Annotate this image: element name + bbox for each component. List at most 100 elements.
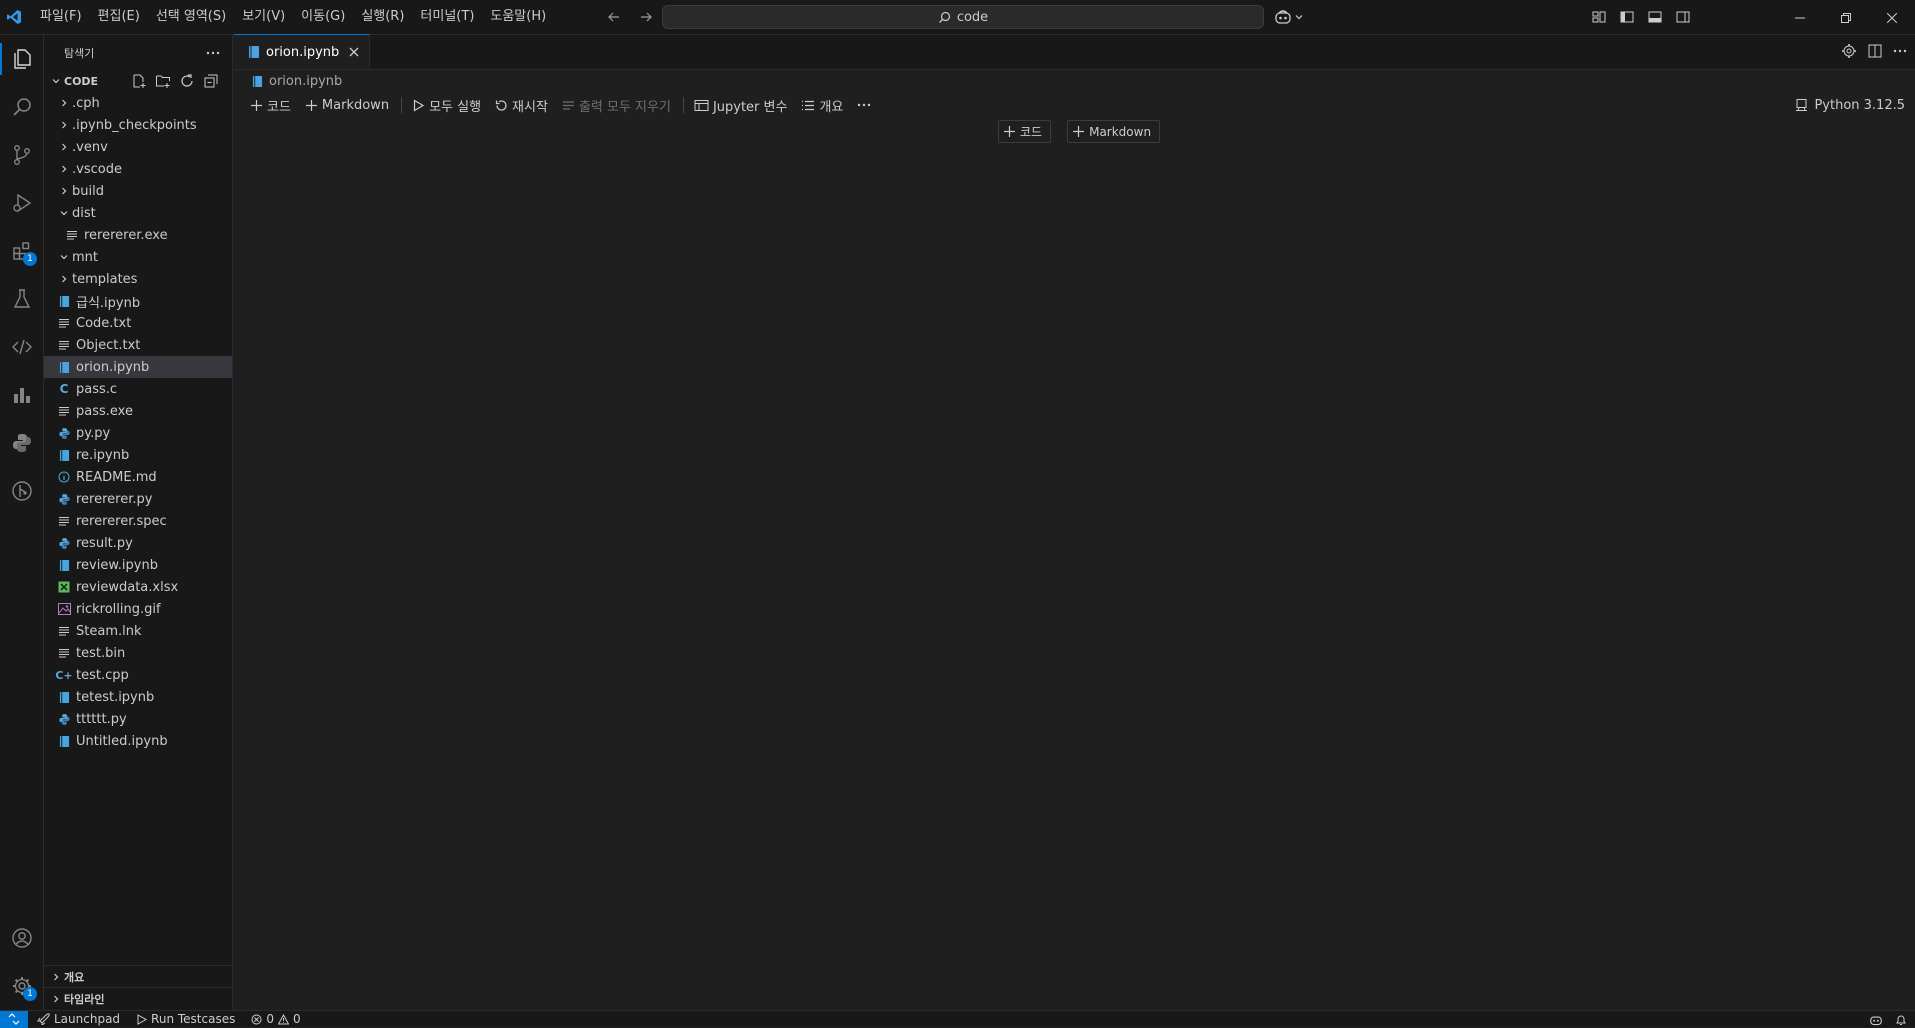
- copilot-button[interactable]: [1274, 6, 1304, 28]
- git-graph-icon[interactable]: [0, 467, 44, 515]
- tree-file[interactable]: Object.txt: [44, 334, 232, 356]
- problems-status[interactable]: 0 0: [243, 1011, 308, 1028]
- manage-gear-icon[interactable]: 1: [0, 962, 44, 1010]
- outline-button[interactable]: 개요: [795, 94, 851, 116]
- toggle-secondary-sidebar-icon[interactable]: [1671, 6, 1695, 28]
- menu-run[interactable]: 실행(R): [353, 5, 412, 29]
- tree-file[interactable]: tetest.ipynb: [44, 686, 232, 708]
- collapse-all-icon[interactable]: [202, 72, 220, 90]
- tree-file[interactable]: Untitled.ipynb: [44, 730, 232, 752]
- testing-icon[interactable]: [0, 275, 44, 323]
- refresh-icon[interactable]: [178, 72, 196, 90]
- tree-file[interactable]: reviewdata.xlsx: [44, 576, 232, 598]
- add-code-cell-button[interactable]: 코드: [244, 94, 299, 116]
- toggle-panel-icon[interactable]: [1643, 6, 1667, 28]
- close-tab-icon[interactable]: [349, 47, 359, 57]
- vscode-logo-icon[interactable]: [0, 0, 28, 35]
- tree-item-label: reviewdata.xlsx: [76, 579, 179, 595]
- tree-file[interactable]: review.ipynb: [44, 554, 232, 576]
- close-window-icon[interactable]: [1869, 0, 1915, 35]
- restart-kernel-button[interactable]: 재시작: [489, 94, 556, 116]
- tree-file[interactable]: re.ipynb: [44, 444, 232, 466]
- python-icon[interactable]: [0, 419, 44, 467]
- run-all-button[interactable]: 모두 실행: [406, 94, 489, 116]
- timeline-section-header[interactable]: 타임라인: [44, 987, 233, 1009]
- tree-file[interactable]: Steam.lnk: [44, 620, 232, 642]
- split-editor-icon[interactable]: [1867, 43, 1883, 59]
- back-arrow-icon[interactable]: [602, 6, 626, 28]
- toolbar-more-icon[interactable]: [851, 94, 879, 116]
- accounts-icon[interactable]: [0, 914, 44, 962]
- tree-folder[interactable]: .vscode: [44, 158, 232, 180]
- source-control-icon[interactable]: [0, 131, 44, 179]
- text-file-icon: [56, 645, 72, 661]
- more-actions-icon[interactable]: [206, 51, 220, 55]
- tree-file[interactable]: orion.ipynb: [44, 356, 232, 378]
- extensions-icon[interactable]: 1: [0, 227, 44, 275]
- customize-layout-icon[interactable]: [1587, 6, 1611, 28]
- tree-file[interactable]: 급식.ipynb: [44, 290, 232, 312]
- tree-file[interactable]: Code.txt: [44, 312, 232, 334]
- tree-file[interactable]: rerererer.exe: [44, 224, 232, 246]
- tree-file[interactable]: C+ test.cpp: [44, 664, 232, 686]
- tree-folder[interactable]: .venv: [44, 136, 232, 158]
- new-file-icon[interactable]: [130, 72, 148, 90]
- explorer-icon[interactable]: [0, 35, 44, 83]
- tree-file[interactable]: py.py: [44, 422, 232, 444]
- activity-bar-bottom: 1: [0, 914, 44, 1010]
- search-view-icon[interactable]: [0, 83, 44, 131]
- tree-file[interactable]: rickrolling.gif: [44, 598, 232, 620]
- menu-help[interactable]: 도움말(H): [482, 5, 554, 29]
- remote-explorer-icon[interactable]: [0, 323, 44, 371]
- kernel-picker[interactable]: Python 3.12.5: [1795, 94, 1905, 116]
- tree-file[interactable]: test.bin: [44, 642, 232, 664]
- tree-folder[interactable]: dist: [44, 202, 232, 224]
- tree-file[interactable]: README.md: [44, 466, 232, 488]
- tree-file[interactable]: rerererer.py: [44, 488, 232, 510]
- tree-folder[interactable]: build: [44, 180, 232, 202]
- clear-all-outputs-button[interactable]: 출력 모두 지우기: [556, 94, 679, 116]
- tab-orion-ipynb[interactable]: orion.ipynb: [234, 34, 371, 69]
- tree-folder[interactable]: .ipynb_checkpoints: [44, 114, 232, 136]
- toggle-primary-sidebar-icon[interactable]: [1615, 6, 1639, 28]
- tree-file[interactable]: pass.exe: [44, 400, 232, 422]
- outline-section-header[interactable]: 개요: [44, 965, 233, 987]
- notebook-file-icon: [248, 45, 260, 59]
- command-center-search[interactable]: code: [662, 5, 1264, 29]
- settings-gear-icon[interactable]: [1841, 43, 1857, 59]
- tree-folder[interactable]: templates: [44, 268, 232, 290]
- run-testcases-status[interactable]: Run Testcases: [128, 1011, 243, 1028]
- insert-code-cell-button[interactable]: 코드: [998, 120, 1052, 143]
- notifications-bell-icon[interactable]: [1895, 1014, 1907, 1026]
- workspace-section-header[interactable]: CODE: [44, 70, 232, 92]
- menu-go[interactable]: 이동(G): [293, 5, 353, 29]
- restore-icon[interactable]: [1823, 0, 1869, 35]
- tree-folder[interactable]: .cph: [44, 92, 232, 114]
- breadcrumb-item[interactable]: orion.ipynb: [269, 74, 342, 89]
- tree-file[interactable]: Cpass.c: [44, 378, 232, 400]
- new-folder-icon[interactable]: [154, 72, 172, 90]
- jupyter-variables-button[interactable]: Jupyter 변수: [688, 94, 796, 116]
- activity-bar: 1 1: [0, 35, 44, 1010]
- menu-view[interactable]: 보기(V): [234, 5, 293, 29]
- copilot-status-icon[interactable]: [1869, 1014, 1883, 1026]
- tree-folder[interactable]: mnt: [44, 246, 232, 268]
- menu-edit[interactable]: 편집(E): [90, 5, 148, 29]
- minimize-icon[interactable]: [1777, 0, 1823, 35]
- insert-markdown-cell-button[interactable]: Markdown: [1067, 120, 1161, 143]
- chart-view-icon[interactable]: [0, 371, 44, 419]
- remote-indicator-icon[interactable]: [0, 1010, 28, 1028]
- tree-file[interactable]: tttttt.py: [44, 708, 232, 730]
- menu-file[interactable]: 파일(F): [32, 5, 90, 29]
- launchpad-status[interactable]: Launchpad: [28, 1011, 128, 1028]
- tree-file[interactable]: result.py: [44, 532, 232, 554]
- add-markdown-cell-button[interactable]: Markdown: [299, 94, 397, 116]
- more-actions-icon[interactable]: [1893, 43, 1907, 59]
- forward-arrow-icon[interactable]: [634, 6, 658, 28]
- run-debug-icon[interactable]: [0, 179, 44, 227]
- menu-selection[interactable]: 선택 영역(S): [148, 5, 234, 29]
- tab-bar: orion.ipynb: [234, 34, 1915, 70]
- tree-file[interactable]: rerererer.spec: [44, 510, 232, 532]
- menu-terminal[interactable]: 터미널(T): [412, 5, 482, 29]
- editor-area: orion.ipynb orion.ipynb 코드 Markdown 모두 실…: [234, 34, 1915, 1010]
